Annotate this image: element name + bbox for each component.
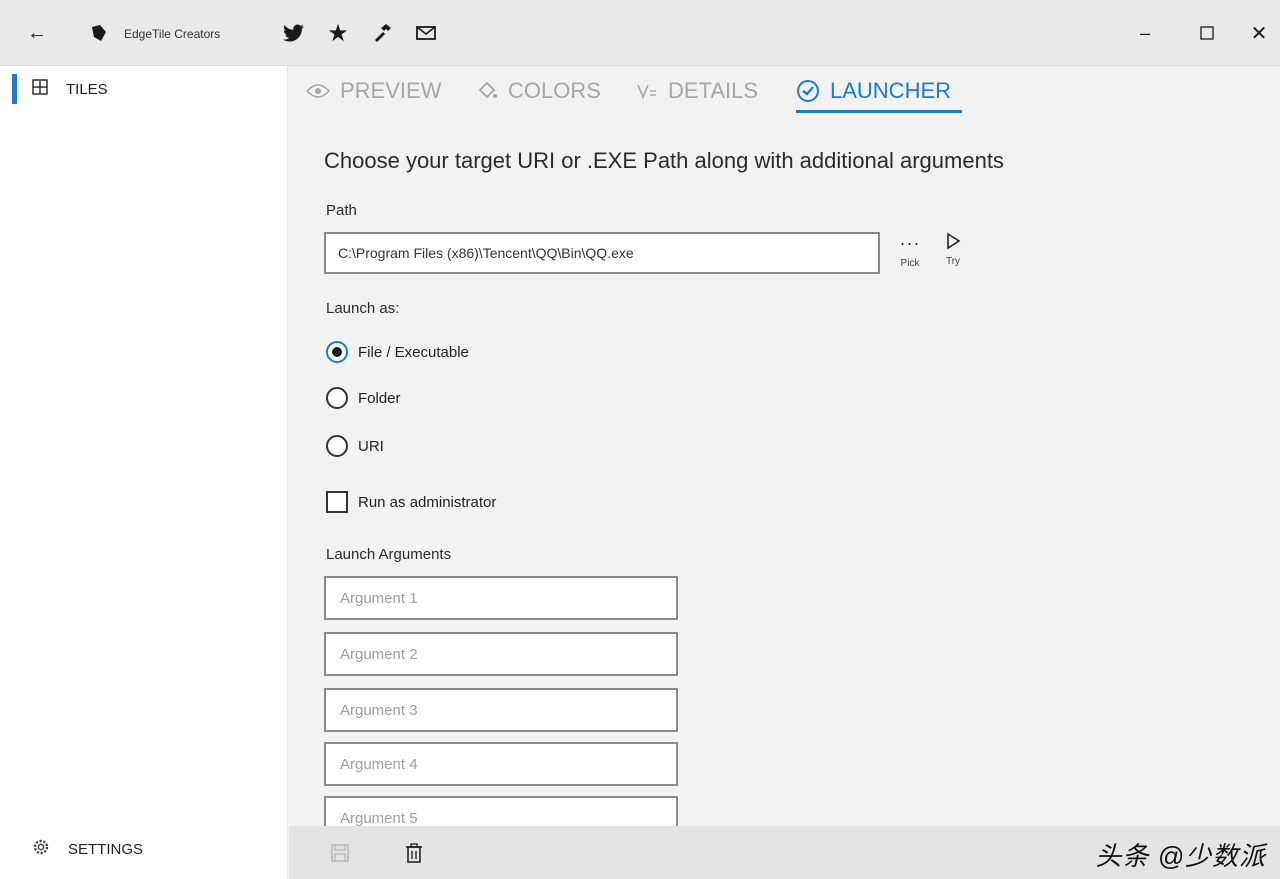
radio-file-executable[interactable]: File / Executable	[326, 338, 469, 366]
mail-icon[interactable]	[414, 18, 438, 48]
details-icon	[637, 84, 656, 100]
active-tab-indicator	[796, 110, 962, 113]
pick-button[interactable]: ··· Pick	[896, 232, 924, 278]
close-button[interactable]: ✕	[1244, 18, 1274, 48]
tab-label: PREVIEW	[340, 78, 442, 103]
argument-input-2[interactable]	[324, 632, 678, 676]
save-icon[interactable]	[327, 840, 353, 866]
tab-details[interactable]: DETAILS	[636, 66, 758, 116]
hammer-icon[interactable]	[370, 18, 394, 48]
checkbox[interactable]	[326, 491, 348, 513]
run-as-admin-checkbox[interactable]: Run as administrator	[326, 488, 496, 516]
page-heading: Choose your target URI or .EXE Path alon…	[324, 148, 1004, 173]
tab-label: DETAILS	[668, 78, 759, 103]
path-input[interactable]	[324, 232, 880, 274]
radio-button[interactable]	[326, 341, 348, 363]
launcher-check-icon	[797, 80, 819, 102]
delete-icon[interactable]	[401, 840, 427, 866]
argument-input-1[interactable]	[324, 576, 678, 620]
radio-folder[interactable]: Folder	[326, 384, 401, 412]
tiles-grid-icon	[32, 78, 48, 100]
maximize-button[interactable]	[1192, 18, 1222, 48]
play-icon	[947, 232, 961, 250]
sidebar-item-label: TILES	[66, 80, 108, 98]
tab-preview[interactable]: PREVIEW	[306, 66, 441, 116]
tab-label: COLORS	[508, 78, 601, 103]
tab-label: LAUNCHER	[830, 78, 952, 103]
minimize-button[interactable]: –	[1130, 18, 1160, 48]
sidebar-selection-indicator	[12, 74, 17, 104]
radio-uri[interactable]: URI	[326, 432, 384, 460]
checkbox-label: Run as administrator	[358, 493, 497, 511]
argument-input-4[interactable]	[324, 742, 678, 786]
app-title: EdgeTile Creators	[124, 27, 221, 41]
paint-bucket-icon	[478, 81, 497, 99]
tab-launcher[interactable]: LAUNCHER	[796, 66, 951, 116]
sidebar-item-label: SETTINGS	[68, 840, 144, 858]
gear-icon	[32, 838, 50, 861]
app-logo-icon	[86, 18, 112, 48]
title-bar: ← EdgeTile Creators ★ – ✕	[0, 0, 1280, 66]
radio-label: File / Executable	[358, 343, 469, 361]
sidebar-item-settings[interactable]: SETTINGS	[32, 836, 143, 862]
pick-button-label: Pick	[900, 258, 920, 269]
radio-label: URI	[358, 437, 384, 455]
launch-as-label: Launch as:	[326, 300, 400, 317]
sidebar-item-tiles[interactable]: TILES	[32, 76, 108, 102]
launch-arguments-label: Launch Arguments	[326, 546, 452, 563]
twitter-icon[interactable]	[282, 18, 306, 48]
watermark-text: 头条 @少数派	[1095, 841, 1266, 871]
radio-button[interactable]	[326, 435, 348, 457]
try-button[interactable]: Try	[940, 232, 966, 278]
tab-colors[interactable]: COLORS	[476, 66, 601, 116]
back-arrow-icon[interactable]: ←	[22, 18, 52, 48]
argument-input-3[interactable]	[324, 688, 678, 732]
path-label: Path	[326, 202, 357, 219]
radio-label: Folder	[358, 389, 401, 407]
radio-button[interactable]	[326, 387, 348, 409]
eye-icon	[306, 84, 330, 98]
sidebar: TILES SETTINGS	[0, 66, 288, 879]
ellipsis-icon: ···	[899, 233, 921, 253]
command-bar: 头条 @少数派	[289, 826, 1280, 879]
try-button-label: Try	[945, 256, 961, 267]
star-icon[interactable]: ★	[326, 18, 350, 48]
